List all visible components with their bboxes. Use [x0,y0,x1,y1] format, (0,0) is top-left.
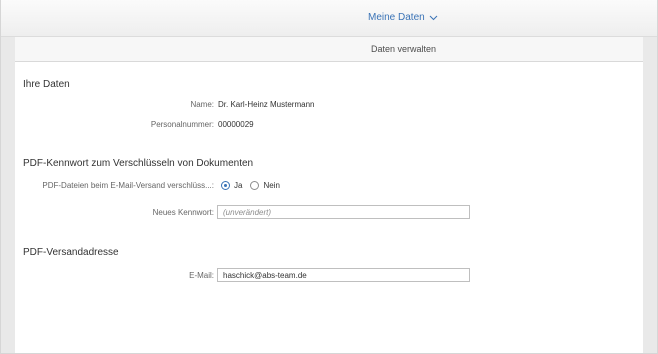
personnel-number-label: Personalnummer: [150,120,214,129]
radio-no-label[interactable]: Nein [263,181,279,190]
email-input[interactable] [217,268,470,282]
section-title-pdf-password: PDF-Kennwort zum Verschlüsseln von Dokum… [23,158,254,169]
chevron-down-icon[interactable] [429,15,438,21]
radio-no[interactable] [250,181,260,190]
encrypt-option-group: Ja Nein [221,181,284,190]
section-title-personal: Ihre Daten [23,79,70,90]
shell-title-menu[interactable]: Meine Daten [368,12,438,23]
page-header: Daten verwalten [15,37,643,62]
encrypt-option-label: PDF-Dateien beim E-Mail-Versand verschlü… [42,181,214,190]
name-label: Name: [190,100,214,109]
right-margin [643,37,657,353]
new-password-input[interactable] [217,205,470,219]
shell-header: Meine Daten [1,0,657,37]
form-content: Ihre Daten Name: Dr. Karl-Heinz Musterma… [15,62,643,353]
section-title-pdf-address: PDF-Versandadresse [23,247,119,258]
page-title: Daten verwalten [371,44,437,54]
email-label: E-Mail: [189,271,214,280]
radio-yes-label[interactable]: Ja [234,181,242,190]
name-value: Dr. Karl-Heinz Mustermann [218,100,315,109]
shell-title[interactable]: Meine Daten [368,12,425,23]
radio-yes[interactable] [221,181,230,190]
left-margin [1,37,15,353]
app-window: Meine Daten Daten verwalten Ihre Daten N… [0,0,658,354]
personnel-number-value: 00000029 [218,120,254,129]
new-password-label: Neues Kennwort: [152,208,214,217]
